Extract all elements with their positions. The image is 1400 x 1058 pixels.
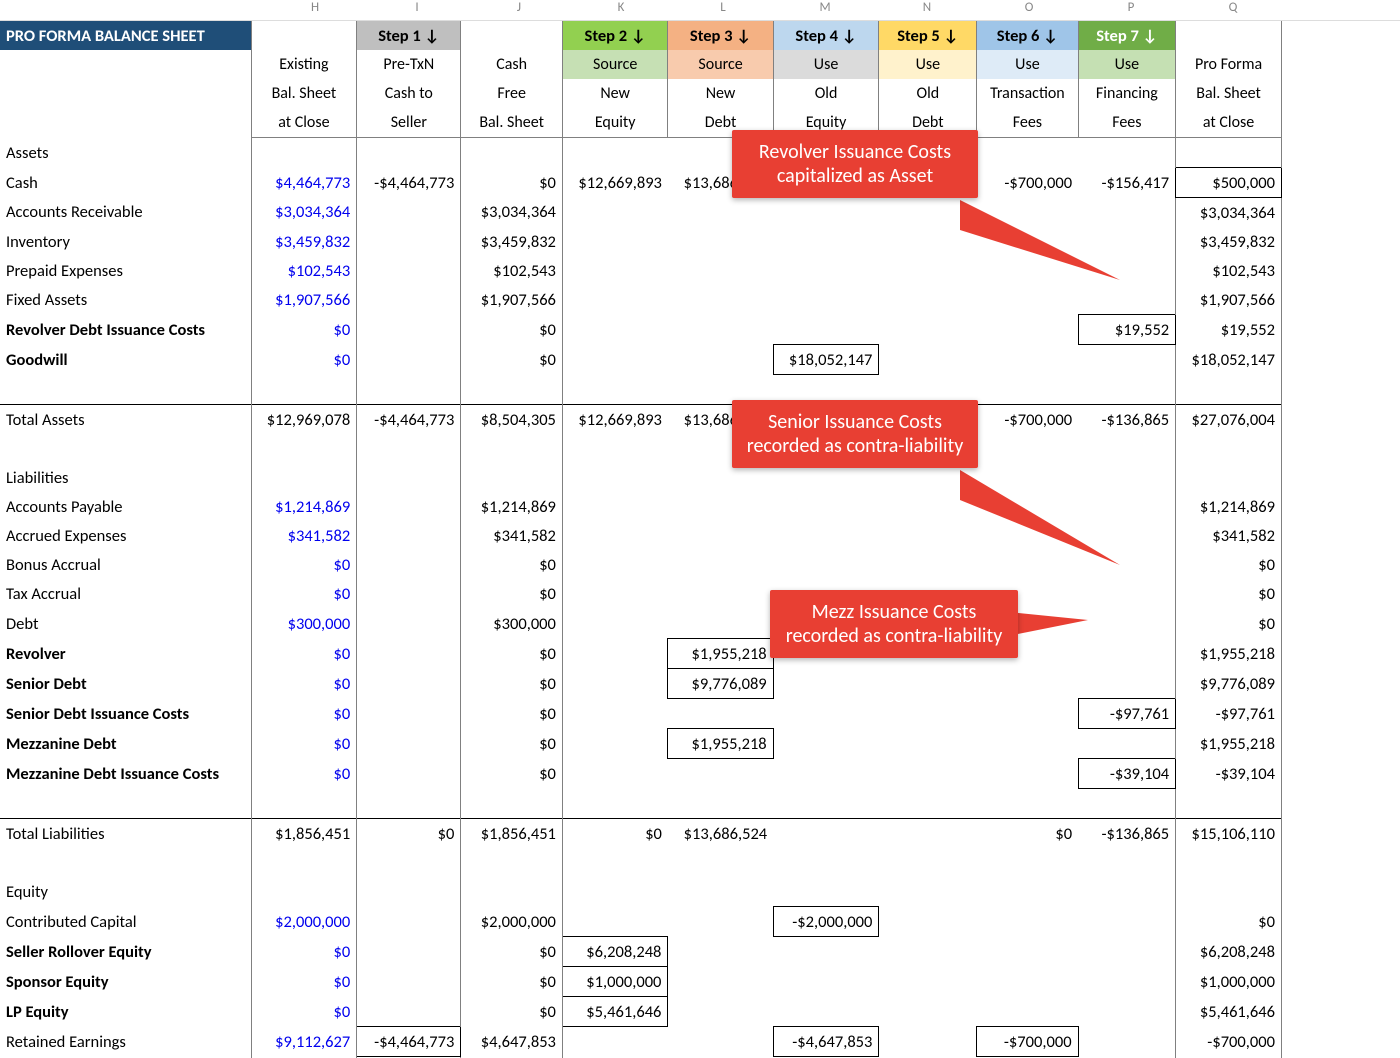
row-senior-debt[interactable]: Senior Debt$0$0$9,776,089$9,776,089: [0, 669, 1282, 699]
row-retained-earnings[interactable]: Retained Earnings$9,112,627-$4,464,773$4…: [0, 1027, 1282, 1057]
row-mezz-debt[interactable]: Mezzanine Debt$0$0$1,955,218$1,955,218: [0, 729, 1282, 759]
title-row[interactable]: PRO FORMA BALANCE SHEET Step 1 ↓ Step 2 …: [0, 21, 1282, 50]
header-row-2: Bal. Sheet Cash to Free New New Old Old …: [0, 79, 1282, 108]
step-7-header: Step 7 ↓: [1078, 21, 1176, 50]
row-contributed-capital[interactable]: Contributed Capital$2,000,000$2,000,000-…: [0, 907, 1282, 937]
callout-senior: Senior Issuance Costs recorded as contra…: [732, 400, 978, 468]
row-revolver-issuance[interactable]: Revolver Debt Issuance Costs$0$0$19,552$…: [0, 315, 1282, 345]
callout-mezz: Mezz Issuance Costs recorded as contra-l…: [770, 590, 1018, 658]
row-sponsor-equity[interactable]: Sponsor Equity$0$0$1,000,000$1,000,000: [0, 967, 1282, 997]
header-row-3: at Close Seller Bal. Sheet Equity Debt E…: [0, 108, 1282, 138]
callout-arrow-icon: [960, 200, 1160, 310]
callout-revolver: Revolver Issuance Costs capitalized as A…: [732, 130, 978, 198]
equity-heading[interactable]: Equity: [0, 877, 1282, 907]
row-total-assets[interactable]: Total Assets$12,969,078-$4,464,773$8,504…: [0, 405, 1282, 435]
spreadsheet-view: HI JK LM NO PQ PRO FORMA BALANCE SHEET S…: [0, 0, 1400, 1058]
step-3-header: Step 3 ↓: [668, 21, 773, 50]
column-letter-row: HI JK LM NO PQ: [0, 0, 1400, 21]
step-5-header: Step 5 ↓: [879, 21, 977, 50]
header-row-1: Existing Pre-TxN Cash Source Source Use …: [0, 50, 1282, 79]
row-lp-equity[interactable]: LP Equity$0$0$5,461,646$5,461,646: [0, 997, 1282, 1027]
row-goodwill[interactable]: Goodwill$0$0$18,052,147$18,052,147: [0, 345, 1282, 375]
row-mezz-issuance[interactable]: Mezzanine Debt Issuance Costs$0$0-$39,10…: [0, 759, 1282, 789]
row-total-liabilities[interactable]: Total Liabilities$1,856,451$0$1,856,451$…: [0, 819, 1282, 849]
assets-heading[interactable]: Assets: [0, 138, 1282, 168]
step-4-header: Step 4 ↓: [773, 21, 879, 50]
step-6-header: Step 6 ↓: [977, 21, 1078, 50]
row-seller-rollover[interactable]: Seller Rollover Equity$0$0$6,208,248$6,2…: [0, 937, 1282, 967]
step-2-header: Step 2 ↓: [562, 21, 668, 50]
step-1-header: Step 1 ↓: [357, 21, 461, 50]
callout-arrow-icon: [960, 470, 1160, 590]
sheet-title: PRO FORMA BALANCE SHEET: [0, 21, 251, 50]
row-cash[interactable]: Cash$4,464,773-$4,464,773$0$12,669,893$1…: [0, 168, 1282, 198]
row-senior-issuance[interactable]: Senior Debt Issuance Costs$0$0-$97,761-$…: [0, 699, 1282, 729]
